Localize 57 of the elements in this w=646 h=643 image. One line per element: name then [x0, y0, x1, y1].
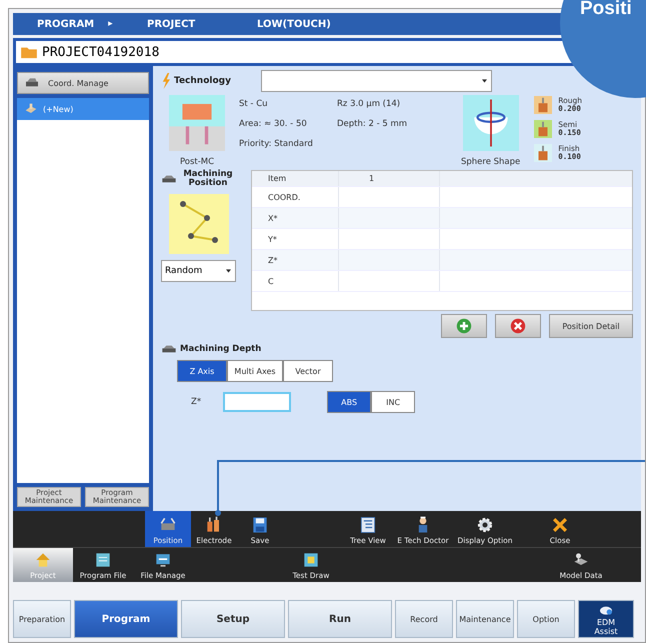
project-name: PROJECT04192018	[42, 44, 160, 60]
mode-tab[interactable]: INC	[371, 391, 416, 413]
tree-icon	[358, 515, 378, 535]
row-label: Y*	[252, 229, 339, 249]
row-label: COORD.	[252, 187, 339, 207]
spec-text: Priority: Standard	[239, 139, 314, 149]
nav-tab[interactable]: Setup	[181, 600, 285, 638]
close-icon	[510, 318, 526, 334]
technology-dropdown[interactable]	[260, 70, 492, 92]
pattern-dropdown[interactable]: Random	[161, 260, 236, 282]
spec-text: St - Cu	[239, 99, 269, 109]
section-title: Technology	[174, 76, 231, 86]
electrode-label: Post-MC	[180, 157, 214, 167]
z-input-field[interactable]	[223, 392, 292, 412]
row-label: X*	[252, 208, 339, 228]
row-label: C	[252, 271, 339, 291]
dropdown-caret-icon	[226, 268, 231, 273]
spec-text: Area: ≈ 30. - 50	[239, 119, 308, 129]
nav-tab[interactable]: Preparation	[13, 600, 71, 638]
breadcrumb-item[interactable]: PROGRAM	[37, 18, 94, 30]
list-item[interactable]: (+New)	[17, 98, 149, 120]
section-title: Machining Depth	[180, 344, 262, 354]
mode-tab[interactable]: ABS	[327, 391, 372, 413]
close-icon	[550, 515, 570, 535]
breadcrumb-arrow: ▸	[108, 18, 113, 30]
spec-text: Rz 3.0 µm (14)	[337, 99, 402, 109]
nav-tab[interactable]: Record	[395, 600, 453, 638]
sphere-shape-drawing	[462, 95, 519, 151]
axis-tab[interactable]: Z Axis	[177, 360, 227, 382]
lightning-icon	[161, 73, 171, 89]
column-header: Item	[252, 171, 339, 186]
add-button[interactable]	[441, 314, 487, 338]
section-title: Machining Position	[182, 170, 234, 188]
nav-tab[interactable]: EDM Assist	[578, 600, 634, 638]
dropdown-caret-icon	[482, 79, 487, 83]
electrode-drawing	[169, 95, 225, 151]
gear-icon	[475, 515, 495, 535]
path-pattern-drawing	[169, 194, 229, 254]
position-detail-button[interactable]: Position Detail	[549, 314, 633, 338]
spec-text: Depth: 2 - 5 mm	[337, 119, 408, 129]
z-label: Z*	[191, 397, 202, 407]
nav-tab[interactable]: Program	[74, 600, 178, 638]
row-label: Z*	[252, 250, 339, 270]
shape-label: Sphere Shape	[461, 157, 520, 167]
nav-tab[interactable]: Maintenance	[456, 600, 514, 638]
plus-icon	[456, 318, 472, 334]
nav-tab[interactable]: Run	[288, 600, 392, 638]
column-header: 1	[339, 171, 440, 186]
breadcrumb-item[interactable]: PROJECT	[147, 18, 196, 30]
nav-tab[interactable]: Option	[517, 600, 575, 638]
axis-tab[interactable]: Multi Axes	[227, 360, 283, 382]
axis-tab[interactable]: Vector	[283, 360, 333, 382]
callout-text: Positi	[580, 0, 632, 20]
delete-button[interactable]	[495, 314, 541, 338]
breadcrumb-item[interactable]: LOW(TOUCH)	[257, 18, 331, 30]
folder-icon	[20, 45, 38, 59]
coord-manage-button[interactable]: Coord. Manage	[17, 72, 149, 94]
